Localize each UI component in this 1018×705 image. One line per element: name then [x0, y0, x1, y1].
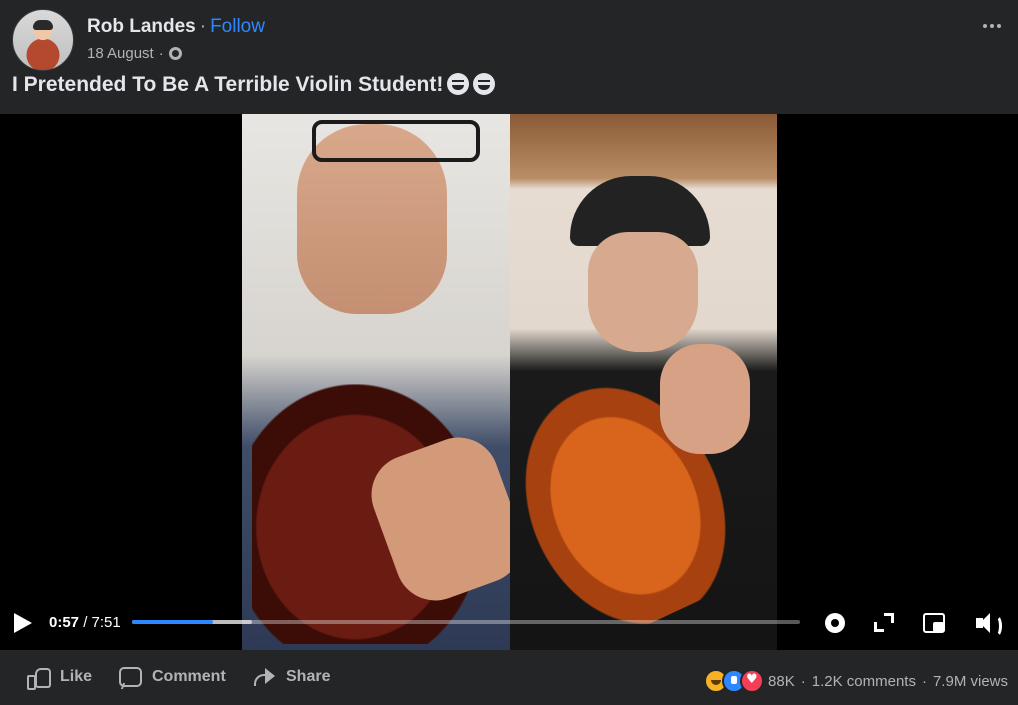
post-title-text: I Pretended To Be A Terrible Violin Stud… [12, 73, 444, 96]
reaction-count[interactable]: 88K [768, 673, 795, 690]
comment-button[interactable]: Comment [118, 666, 226, 688]
name-separator: · [199, 16, 207, 37]
time-separator: / [83, 614, 88, 631]
stats-separator: · [921, 672, 927, 690]
picture-in-picture-icon[interactable] [921, 610, 947, 636]
play-icon[interactable] [14, 613, 32, 633]
progress-played [132, 620, 213, 624]
like-icon [26, 666, 51, 690]
post-header: Rob Landes · Follow 18 August · I Pretende… [0, 0, 1018, 114]
volume-wave [991, 615, 1002, 637]
follow-button[interactable]: Follow [210, 16, 265, 37]
video-player[interactable]: 0:57 / 7:51 [0, 114, 1018, 650]
views-count: 7.9M views [932, 672, 1008, 690]
post-meta: 18 August · [87, 45, 182, 62]
comment-label: Comment [152, 668, 226, 685]
more-dot-icon [997, 24, 1001, 28]
comment-icon [118, 666, 142, 688]
author-line: Rob Landes · Follow [87, 16, 265, 38]
share-icon [252, 666, 276, 688]
grinning-face-icon [447, 73, 470, 95]
stats-separator: · [800, 672, 806, 690]
more-dot-icon [983, 24, 987, 28]
more-dot-icon [990, 24, 994, 28]
hand-right [660, 344, 750, 454]
person-right-face [588, 232, 698, 352]
progress-bar[interactable] [132, 620, 800, 624]
like-button[interactable]: Like [26, 666, 93, 690]
video-controls: 0:57 / 7:51 [0, 601, 1018, 650]
glasses-shape [312, 120, 480, 162]
post-stats: 88K · 1.2K comments · 7.9M views [704, 669, 1008, 693]
date-separator: · [158, 45, 164, 62]
video-frame-left [242, 114, 534, 650]
like-label: Like [60, 668, 93, 685]
reactions-summary[interactable] [704, 669, 765, 693]
globe-icon [168, 47, 182, 60]
current-time: 0:57 [49, 614, 80, 631]
love-reaction-icon [740, 669, 765, 693]
more-options-button[interactable] [978, 12, 1006, 40]
settings-icon[interactable] [822, 610, 848, 636]
post-title: I Pretended To Be A Terrible Violin Stud… [12, 73, 496, 97]
author-avatar[interactable] [12, 9, 74, 71]
grinning-face-icon [473, 73, 496, 95]
video-frame-right [465, 114, 777, 650]
share-button[interactable]: Share [252, 666, 330, 688]
author-name[interactable]: Rob Landes [87, 16, 196, 37]
avatar-hair [33, 20, 53, 30]
comments-count-link[interactable]: 1.2K comments [812, 673, 916, 690]
action-bar: Like Comment Share 88K · 1.2K comments ·… [0, 650, 1018, 705]
duration: 7:51 [91, 614, 121, 631]
time-display: 0:57 / 7:51 [49, 614, 121, 631]
volume-icon[interactable] [974, 610, 1002, 637]
post-date[interactable]: 18 August [87, 45, 154, 62]
share-label: Share [286, 668, 331, 685]
fullscreen-icon[interactable] [871, 610, 897, 636]
